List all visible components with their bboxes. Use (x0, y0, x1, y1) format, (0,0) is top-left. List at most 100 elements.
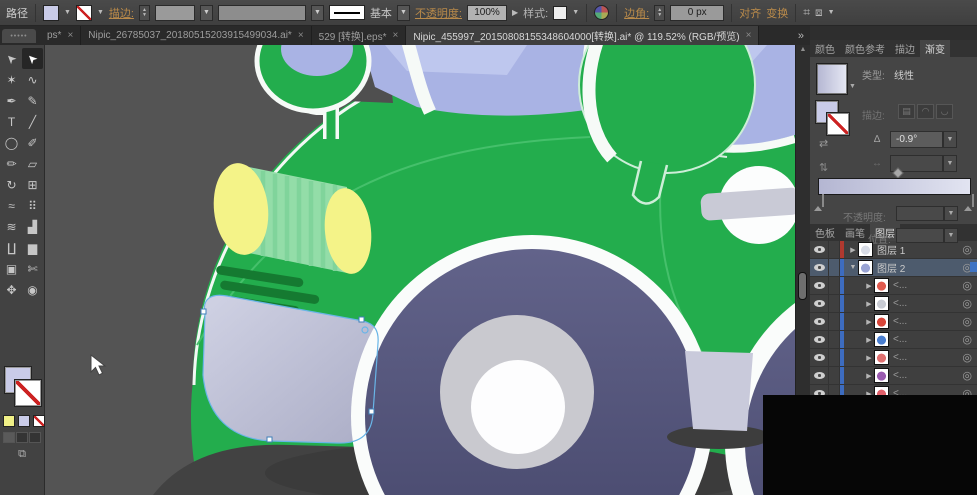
gradient-stop-left[interactable] (814, 195, 823, 206)
bounding-box-icon[interactable]: ⧈ (815, 5, 823, 20)
graph-tool[interactable]: ▆ (22, 237, 43, 258)
panel-tab-色板[interactable]: 色板 (810, 224, 840, 241)
none-button[interactable] (33, 415, 45, 427)
layer-row[interactable]: ▶<...◎ (810, 295, 977, 313)
align-objects-icon[interactable]: ⌗ (803, 5, 810, 20)
scroll-up-icon[interactable]: ▲ (796, 46, 810, 53)
expand-arrow-icon[interactable]: ▶ (864, 354, 874, 362)
layer-name[interactable]: <... (893, 352, 907, 363)
layer-name[interactable]: <... (893, 298, 907, 309)
scrollbar-thumb[interactable] (798, 272, 807, 300)
layer-row[interactable]: ▶ <... ◎ (810, 331, 977, 349)
color-button[interactable] (3, 415, 15, 427)
brush-preview[interactable] (329, 5, 365, 20)
lock-toggle[interactable] (829, 331, 840, 348)
stroke-weight-stepper[interactable]: ▲▼ (139, 5, 150, 21)
target-icon[interactable]: ◎ (962, 369, 972, 382)
layer-name[interactable]: <... (893, 334, 907, 345)
gradient-within-stroke-icon[interactable]: ▤ (898, 104, 915, 119)
layer-row[interactable]: ▶<...◎ (810, 313, 977, 331)
brush-dropdown[interactable]: ▼ (397, 5, 410, 21)
target-icon[interactable]: ◎ (962, 243, 972, 256)
recolor-artwork-icon[interactable] (594, 5, 609, 20)
panel-tab-画笔[interactable]: 画笔 (840, 224, 870, 241)
expand-arrow-icon[interactable]: ▶ (864, 318, 874, 326)
layer-thumbnail[interactable] (874, 314, 889, 329)
layer-row[interactable]: ▼图层 2◎ (810, 259, 977, 277)
toolbox-stroke-swatch[interactable] (15, 380, 41, 406)
expand-arrow-icon[interactable]: ▶ (864, 336, 874, 344)
type-tool[interactable]: T (1, 111, 22, 132)
layer-thumbnail[interactable] (874, 296, 889, 311)
visibility-toggle[interactable] (810, 313, 829, 330)
symbol-sprayer-tool[interactable]: ∐ (1, 237, 22, 258)
chevron-down-icon[interactable]: ▼ (64, 9, 71, 16)
document-tab[interactable]: 529 [转换].eps*× (312, 26, 407, 45)
close-tab-icon[interactable]: × (67, 30, 73, 41)
layer-thumbnail[interactable] (874, 332, 889, 347)
shape-builder-tool[interactable]: ≋ (1, 216, 22, 237)
layer-row[interactable]: ▶<...◎ (810, 277, 977, 295)
layer-row[interactable]: ▶图层 1◎ (810, 241, 977, 259)
corner-link[interactable]: 边角: (624, 5, 649, 21)
chevron-down-icon[interactable]: ▼ (97, 9, 104, 16)
pencil-tool[interactable]: ✏ (1, 153, 22, 174)
artboard-tool[interactable]: ▣ (1, 258, 22, 279)
lock-toggle[interactable] (829, 367, 840, 384)
target-icon[interactable]: ◎ (962, 333, 972, 346)
opacity-link[interactable]: 不透明度: (415, 5, 462, 21)
expand-arrow-icon[interactable]: ▼ (848, 264, 858, 271)
ellipse-tool[interactable]: ◯ (1, 132, 22, 153)
gradient-across-stroke-icon[interactable]: ◡ (936, 104, 953, 119)
style-swatch[interactable] (553, 6, 567, 20)
layer-row[interactable]: ▶<...◎ (810, 349, 977, 367)
visibility-toggle[interactable] (810, 295, 829, 312)
magic-wand-tool[interactable]: ✶ (1, 69, 22, 90)
transform-link[interactable]: 变换 (766, 5, 788, 21)
screen-mode-button[interactable]: ⧉ (12, 448, 32, 461)
perspective-grid-tool[interactable]: ▟ (22, 216, 43, 237)
layer-name[interactable]: 图层 2 (877, 260, 905, 275)
document-tab[interactable]: Nipic_455997_20150808155348604000[转换].ai… (406, 26, 759, 45)
draw-inside-button[interactable] (29, 432, 41, 443)
target-icon[interactable]: ◎ (962, 279, 972, 292)
layer-thumbnail[interactable] (858, 260, 873, 275)
hand-tool[interactable]: ✥ (1, 279, 22, 300)
document-tab[interactable]: ps*× (40, 26, 81, 45)
lock-toggle[interactable] (829, 259, 840, 276)
layer-name[interactable]: <... (893, 370, 907, 381)
visibility-toggle[interactable] (810, 241, 829, 258)
gradient-preview-swatch[interactable] (816, 63, 848, 95)
visibility-toggle[interactable] (810, 349, 829, 366)
rotate-tool[interactable]: ↻ (1, 174, 22, 195)
panel-tab-描边[interactable]: 描边 (890, 40, 920, 57)
fill-color-swatch[interactable] (43, 5, 59, 21)
panel-tab-渐变[interactable]: 渐变 (920, 40, 950, 57)
free-transform-tool[interactable]: ⠿ (22, 195, 43, 216)
layer-thumbnail[interactable] (874, 350, 889, 365)
lock-toggle[interactable] (829, 349, 840, 366)
visibility-toggle[interactable] (810, 259, 829, 276)
target-icon[interactable]: ◎ (962, 297, 972, 310)
visibility-toggle[interactable] (810, 277, 829, 294)
lock-toggle[interactable] (829, 295, 840, 312)
panel-tab-颜色[interactable]: 颜色 (810, 40, 840, 57)
align-link[interactable]: 对齐 (739, 5, 761, 21)
gradient-along-stroke-icon[interactable]: ◠ (917, 104, 934, 119)
tab-overflow-button[interactable]: » (792, 26, 810, 45)
opacity-expand-icon[interactable]: ▶ (512, 8, 518, 17)
angle-dropdown[interactable]: ▼ (943, 131, 957, 148)
corner-field[interactable]: 0 px (670, 5, 724, 21)
visibility-toggle[interactable] (810, 367, 829, 384)
opacity-field[interactable]: 100% (467, 5, 507, 21)
zoom-tool[interactable]: ◉ (22, 279, 43, 300)
layer-row[interactable]: ▶<...◎ (810, 367, 977, 385)
lock-toggle[interactable] (829, 313, 840, 330)
draw-normal-button[interactable] (3, 432, 15, 443)
curvature-tool[interactable]: ✎ (22, 90, 43, 111)
gradient-stop-right[interactable] (964, 195, 973, 206)
close-tab-icon[interactable]: × (746, 30, 752, 41)
pen-tool[interactable]: ✒ (1, 90, 22, 111)
document-tab[interactable]: Nipic_26785037_20180515203915499034.ai*× (81, 26, 311, 45)
gradient-type-value[interactable]: 线性 (894, 67, 914, 82)
